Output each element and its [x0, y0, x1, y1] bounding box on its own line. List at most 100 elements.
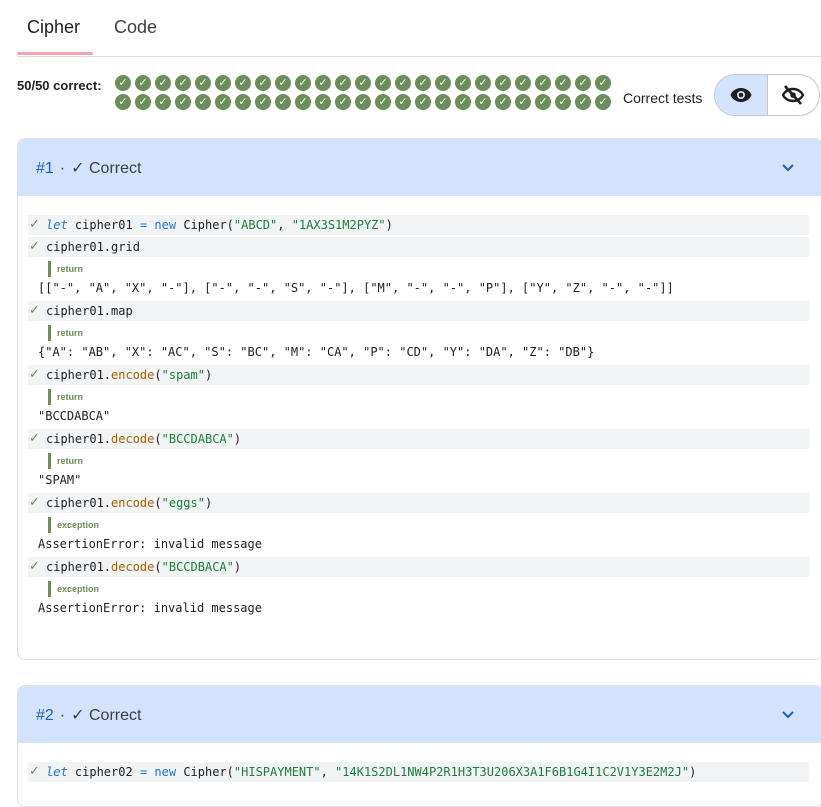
test-pass-dot[interactable]: ✓	[115, 75, 131, 91]
test-pass-dot[interactable]: ✓	[375, 94, 391, 110]
code-token: Cipher(	[176, 765, 234, 779]
test-pass-dot[interactable]: ✓	[195, 94, 211, 110]
code-token: "BCCDBACA"	[161, 560, 234, 574]
test-pass-dot[interactable]: ✓	[195, 75, 211, 91]
statement-result: return {"A": "AB", "X": "AC", "S": "BC", …	[28, 325, 809, 361]
test-pass-dot[interactable]: ✓	[495, 75, 511, 91]
chevron-down-icon[interactable]	[780, 159, 796, 175]
test-pass-dot[interactable]: ✓	[315, 75, 331, 91]
check-icon: ✓	[29, 367, 40, 382]
test-pass-dot[interactable]: ✓	[115, 94, 131, 110]
test-card-2-title: #2 · ✓ Correct	[36, 705, 141, 725]
visibility-toggle	[714, 74, 820, 116]
test-pass-dot[interactable]: ✓	[535, 94, 551, 110]
test-pass-dot[interactable]: ✓	[435, 75, 451, 91]
test-pass-dot[interactable]: ✓	[295, 94, 311, 110]
test-pass-dot[interactable]: ✓	[575, 94, 591, 110]
code-token: "spam"	[161, 368, 205, 382]
summary-count: 50/50 correct:	[17, 78, 102, 93]
chevron-down-icon[interactable]	[780, 706, 796, 722]
code-token: )	[385, 218, 393, 232]
result-kind-label: return	[48, 389, 809, 405]
test-pass-dot[interactable]: ✓	[415, 94, 431, 110]
tab-cipher[interactable]: Cipher	[27, 0, 80, 56]
check-icon: ✓	[71, 160, 89, 177]
test-pass-dot[interactable]: ✓	[155, 75, 171, 91]
test-pass-dot[interactable]: ✓	[175, 75, 191, 91]
test-status: Correct	[88, 160, 142, 177]
test-summary: 50/50 correct: ✓ ✓ ✓ ✓ ✓ ✓ ✓ ✓ ✓ ✓ ✓ ✓ ✓ ✓ ✓ ✓ ✓ ✓ ✓ ✓ ✓ ✓ ✓ ✓ ✓…	[17, 74, 821, 118]
test-card-2-header[interactable]: #2 · ✓ Correct	[18, 686, 821, 743]
test-pass-dot[interactable]: ✓	[375, 75, 391, 91]
test-pass-dot[interactable]: ✓	[355, 94, 371, 110]
code-token: cipher01.	[46, 496, 112, 510]
code-token: )	[204, 496, 213, 510]
test-pass-dot[interactable]: ✓	[135, 94, 151, 110]
test-pass-dot[interactable]: ✓	[515, 75, 531, 91]
test-pass-dot[interactable]: ✓	[235, 94, 251, 110]
hide-correct-button[interactable]	[766, 75, 820, 115]
test-pass-dot[interactable]: ✓	[395, 94, 411, 110]
test-pass-dot[interactable]: ✓	[555, 94, 571, 110]
test-pass-dot[interactable]: ✓	[395, 75, 411, 91]
statement-row: ✓ cipher01.decode("BCCDBACA")	[28, 557, 809, 577]
eye-off-icon	[781, 85, 805, 105]
title-separator: ·	[59, 160, 66, 177]
test-pass-dot[interactable]: ✓	[495, 94, 511, 110]
statement-row: ✓ cipher01.encode("spam")	[28, 365, 809, 385]
test-status: Correct	[88, 707, 142, 724]
test-pass-dot[interactable]: ✓	[335, 75, 351, 91]
test-pass-dot[interactable]: ✓	[575, 75, 591, 91]
test-pass-dot[interactable]: ✓	[215, 94, 231, 110]
test-pass-dot[interactable]: ✓	[455, 75, 471, 91]
code-token: ,	[320, 765, 336, 779]
test-pass-dot[interactable]: ✓	[275, 94, 291, 110]
test-card-1-statements: ✓ let cipher01 = new Cipher("ABCD", "1AX3…	[18, 196, 821, 635]
code-token: cipher01.map	[46, 304, 133, 318]
code-token: let	[46, 218, 68, 232]
code-token: "HISPAYMENT"	[233, 765, 321, 779]
code-token: Cipher(	[176, 218, 234, 232]
test-pass-dot[interactable]: ✓	[595, 94, 611, 110]
test-pass-dot[interactable]: ✓	[255, 75, 271, 91]
test-pass-dot[interactable]: ✓	[475, 94, 491, 110]
code-token: (	[154, 496, 162, 510]
statement-row: ✓ cipher01.grid	[28, 237, 809, 257]
test-pass-dot[interactable]: ✓	[155, 94, 171, 110]
test-pass-dot[interactable]: ✓	[555, 75, 571, 91]
test-pass-dot[interactable]: ✓	[235, 75, 251, 91]
test-pass-dot[interactable]: ✓	[535, 75, 551, 91]
result-kind-label: return	[48, 453, 809, 469]
test-pass-dot[interactable]: ✓	[355, 75, 371, 91]
check-icon: ✓	[29, 239, 40, 254]
test-pass-dot[interactable]: ✓	[595, 75, 611, 91]
show-correct-button[interactable]	[715, 75, 767, 115]
code-token: ,	[277, 218, 292, 232]
test-pass-dot[interactable]: ✓	[315, 94, 331, 110]
tab-code[interactable]: Code	[114, 0, 157, 56]
test-pass-dot[interactable]: ✓	[335, 94, 351, 110]
test-pass-dot[interactable]: ✓	[515, 94, 531, 110]
check-icon: ✓	[71, 707, 89, 724]
check-icon: ✓	[29, 217, 40, 232]
statement-row: ✓ cipher01.map	[28, 301, 809, 321]
test-pass-dot[interactable]: ✓	[455, 94, 471, 110]
test-pass-dot[interactable]: ✓	[215, 75, 231, 91]
test-pass-dot[interactable]: ✓	[275, 75, 291, 91]
statement-row: ✓ let cipher02 = new Cipher("HISPAYMENT",…	[28, 762, 809, 782]
code-token: encode	[111, 496, 155, 510]
code-token: "eggs"	[161, 496, 205, 510]
result-kind-label: exception	[48, 517, 809, 533]
test-pass-dot[interactable]: ✓	[295, 75, 311, 91]
test-pass-dot[interactable]: ✓	[255, 94, 271, 110]
test-pass-dot[interactable]: ✓	[475, 75, 491, 91]
test-pass-dot[interactable]: ✓	[415, 75, 431, 91]
check-icon: ✓	[29, 764, 40, 779]
test-pass-dot[interactable]: ✓	[435, 94, 451, 110]
test-card-1-header[interactable]: #1 · ✓ Correct	[18, 139, 821, 196]
code-token: (	[154, 432, 162, 446]
test-pass-dot[interactable]: ✓	[175, 94, 191, 110]
test-pass-dot[interactable]: ✓	[135, 75, 151, 91]
statement-result: return "SPAM"	[28, 453, 809, 489]
test-card-2: #2 · ✓ Correct ✓ let cipher02 = new Cipher(…	[17, 685, 821, 807]
